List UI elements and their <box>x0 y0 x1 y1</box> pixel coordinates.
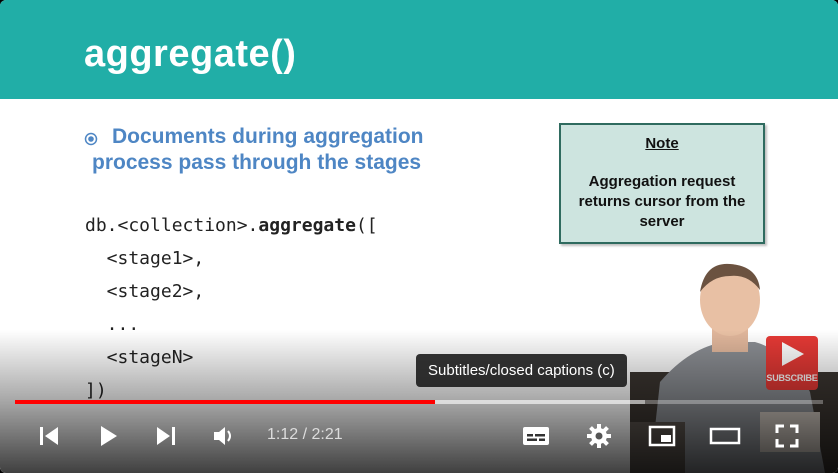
tooltip: Subtitles/closed captions (c) <box>416 354 627 387</box>
code-line: <stage1>, <box>85 248 205 269</box>
subtitles-button[interactable] <box>516 418 556 454</box>
play-icon <box>101 426 117 446</box>
note-text: Aggregation request returns cursor from … <box>578 173 746 230</box>
skip-previous-icon <box>40 427 58 445</box>
play-button[interactable] <box>88 418 128 454</box>
code-line: ]) <box>85 380 107 401</box>
volume-icon <box>214 427 231 445</box>
code-block: db.<collection>.aggregate([ <stage1>, <s… <box>85 212 378 410</box>
subscribe-label: SUBSCRIBE <box>766 373 818 383</box>
code-line: <stage2>, <box>85 281 205 302</box>
note-title: Note <box>645 135 679 152</box>
code-line: db.<collection>.aggregate([ <box>85 215 378 236</box>
code-line: <stageN> <box>85 347 194 368</box>
time-display: 1:12 / 2:21 <box>267 426 343 443</box>
note-box: Note Aggregation request returns cursor … <box>559 123 765 244</box>
video-player[interactable]: aggregate() Documents during aggregation… <box>0 0 838 473</box>
play-triangle-icon <box>782 342 804 366</box>
mute-button[interactable] <box>204 418 244 454</box>
miniplayer-icon <box>648 425 676 447</box>
theater-mode-button[interactable] <box>705 418 745 454</box>
slide-header: aggregate() <box>0 0 838 99</box>
subtitles-icon <box>523 427 549 445</box>
progress-bar[interactable] <box>15 400 823 404</box>
theater-mode-icon <box>709 427 741 445</box>
fullscreen-icon <box>775 424 799 448</box>
fullscreen-button[interactable] <box>767 418 807 454</box>
previous-button[interactable] <box>29 418 69 454</box>
settings-button[interactable] <box>579 418 619 454</box>
skip-next-icon <box>157 427 175 445</box>
code-line: ... <box>85 314 140 335</box>
slide-bullet-text: Documents during aggregation process pas… <box>92 125 424 174</box>
next-button[interactable] <box>146 418 186 454</box>
miniplayer-button[interactable] <box>642 418 682 454</box>
progress-played <box>15 400 436 404</box>
slide-title: aggregate() <box>84 33 297 75</box>
settings-gear-icon <box>587 424 611 448</box>
